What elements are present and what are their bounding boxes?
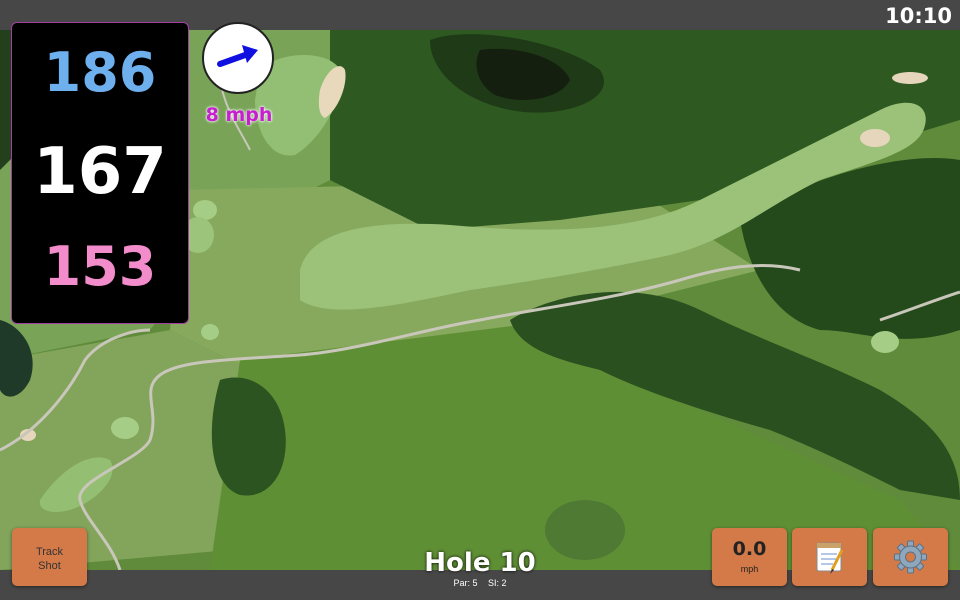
notes-button[interactable] [792, 528, 867, 586]
gear-icon [894, 540, 927, 574]
wind-direction-arrow-icon [217, 45, 258, 67]
hole-stroke-index: SI: 2 [488, 578, 507, 588]
track-shot-button[interactable]: Track Shot [12, 528, 87, 586]
speed-unit: mph [740, 564, 759, 574]
status-clock: 10:10 [885, 4, 952, 28]
track-shot-label-line2: Shot [38, 560, 61, 572]
hole-par: Par: 5 [453, 578, 478, 588]
notepad-icon [816, 542, 844, 574]
hole-info: Par: 5 SI: 2 [380, 578, 580, 588]
wind-speed-label: 8 mph [205, 104, 273, 126]
wind-indicator[interactable] [202, 22, 274, 94]
middle-of-green-distance: 167 [33, 135, 167, 209]
distance-panel[interactable]: 186 167 153 [11, 22, 189, 324]
front-of-green-distance: 153 [43, 235, 157, 298]
settings-button[interactable] [873, 528, 948, 586]
track-shot-label-line1: Track [35, 546, 64, 558]
hole-title: Hole 10 [424, 548, 536, 578]
speed-value: 0.0 [732, 538, 767, 560]
speed-button[interactable]: 0.0 mph [712, 528, 787, 586]
back-of-green-distance: 186 [43, 41, 157, 104]
